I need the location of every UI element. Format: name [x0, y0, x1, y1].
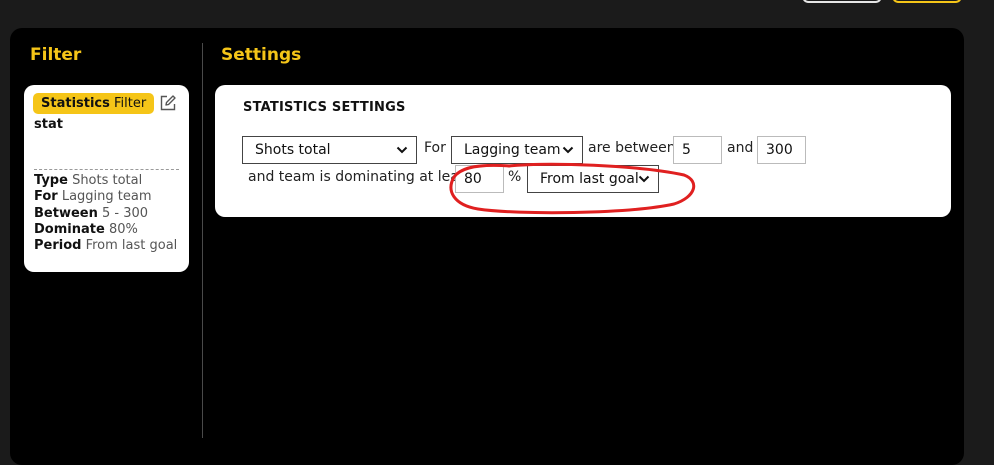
section-divider [202, 43, 203, 438]
edit-icon[interactable] [159, 94, 177, 112]
percent-label: % [508, 169, 522, 185]
dominating-label: and team is dominating at least [248, 169, 472, 185]
settings-card: STATISTICS SETTINGS Shots total For Lagg… [215, 85, 951, 217]
header-outline-button[interactable] [802, 0, 882, 3]
detail-row-dominate: Dominate 80% [34, 222, 177, 238]
filter-name: stat [34, 117, 63, 132]
for-label: For [424, 140, 446, 156]
filter-section-title: Filter [30, 45, 82, 65]
max-value-input[interactable]: 300 [757, 136, 806, 164]
detail-value: From last goal [85, 238, 178, 254]
team-select[interactable]: Lagging team [451, 136, 583, 164]
settings-section-title: Settings [221, 45, 302, 65]
dominate-percent-input[interactable]: 80 [455, 165, 504, 193]
filter-card[interactable]: Statistics Filter stat Type Shots total … [24, 85, 189, 272]
filter-details: Type Shots total For Lagging team Betwee… [34, 173, 177, 254]
card-separator [34, 169, 179, 170]
detail-row-type: Type Shots total [34, 173, 177, 189]
detail-row-for: For Lagging team [34, 189, 177, 205]
top-strip [0, 0, 994, 28]
detail-key: Period [34, 238, 82, 254]
statistic-type-value: Shots total [255, 142, 331, 158]
chip-suffix-label: Filter [114, 96, 147, 111]
detail-key: For [34, 189, 58, 205]
page-title-fragment [183, 0, 203, 4]
detail-value: Shots total [72, 173, 143, 188]
detail-row-period: Period From last goal [34, 238, 177, 254]
detail-key: Dominate [34, 221, 105, 237]
chevron-down-icon [562, 146, 574, 154]
chevron-down-icon [396, 146, 408, 154]
detail-key: Type [34, 173, 68, 188]
detail-key: Between [34, 205, 98, 221]
are-between-label: are between [588, 140, 676, 156]
detail-row-between: Between 5 - 300 [34, 206, 177, 222]
min-value-input[interactable]: 5 [673, 136, 722, 164]
header-accent-button[interactable] [892, 0, 962, 3]
statistic-type-select[interactable]: Shots total [242, 136, 417, 164]
detail-value: Lagging team [61, 189, 152, 205]
filter-type-chip: Statistics Filter [33, 93, 155, 114]
detail-value: 80% [108, 221, 138, 237]
chip-type-label: Statistics [41, 96, 110, 111]
statistics-settings-title: STATISTICS SETTINGS [243, 100, 406, 115]
chevron-down-icon [638, 175, 650, 183]
and-label: and [727, 140, 754, 156]
period-select[interactable]: From last goal [527, 165, 659, 193]
period-value: From last goal [540, 171, 639, 187]
detail-value: 5 - 300 [101, 205, 149, 221]
team-value: Lagging team [464, 142, 561, 158]
